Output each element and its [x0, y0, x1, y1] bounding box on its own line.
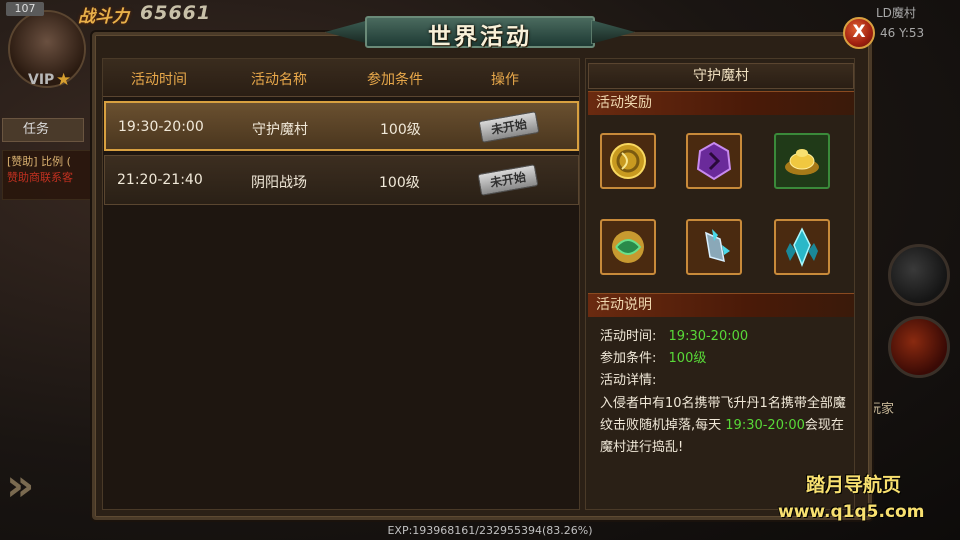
chat-box[interactable]: [赞助] 比例 ( 赞助商联系客	[2, 150, 96, 200]
activity-time-value: 19:30-20:00	[668, 329, 749, 344]
activity-list: 活动时间 活动名称 参加条件 操作 19:30-20:00 守护魔村 100级 …	[102, 58, 580, 510]
row-time: 21:20-21:40	[117, 172, 203, 188]
level-badge: 107	[6, 2, 44, 16]
reward-item-slot[interactable]	[600, 219, 656, 275]
status-badge[interactable]: 未开始	[477, 164, 539, 196]
list-header: 活动时间 活动名称 参加条件 操作	[103, 59, 579, 97]
title-ornament-right	[591, 20, 635, 44]
skill-button[interactable]	[888, 244, 950, 306]
activity-condition-value: 100级	[668, 351, 707, 366]
combat-power: 战斗力 65661	[78, 2, 228, 27]
close-button[interactable]: X	[843, 17, 875, 49]
row-name: 阴阳战场	[251, 175, 307, 191]
activity-time-label: 活动时间:	[600, 329, 657, 344]
detail-title: 守护魔村	[588, 63, 854, 89]
skill-button[interactable]	[888, 316, 950, 378]
reward-item-slot[interactable]	[600, 133, 656, 189]
activity-condition-label: 参加条件:	[600, 351, 657, 366]
row-condition: 100级	[380, 122, 421, 138]
exp-bar: EXP:193968161/232955394(83.26%)	[387, 524, 593, 537]
reward-item-slot[interactable]	[774, 133, 830, 189]
green-orb-icon	[612, 231, 644, 263]
window-title-plate: 世界活动	[325, 14, 635, 52]
reward-item-slot[interactable]	[686, 133, 742, 189]
purple-gem-icon	[696, 141, 732, 181]
gold-coin-icon	[610, 143, 646, 179]
activity-condition-line: 参加条件: 100级	[600, 347, 706, 366]
column-header-action: 操作	[491, 72, 519, 88]
title-ornament-left	[325, 20, 369, 44]
task-tab[interactable]: 任务	[2, 118, 84, 142]
activity-detail-label: 活动详情:	[600, 373, 657, 388]
row-time: 19:30-20:00	[118, 119, 204, 135]
reward-item-slot[interactable]	[774, 219, 830, 275]
watermark-url: www.q1q5.com	[778, 502, 925, 522]
column-header-condition: 参加条件	[367, 72, 423, 88]
combat-power-value: 65661	[140, 2, 212, 24]
chat-line: [赞助] 比例 (	[7, 155, 71, 168]
map-name: LD魔村	[876, 6, 916, 20]
combat-power-label: 战斗力	[78, 7, 129, 27]
cyan-crystal-icon	[786, 227, 818, 268]
chat-line: 赞助商联系客	[7, 171, 73, 184]
reward-item-slot[interactable]	[686, 219, 742, 275]
vip-star-icon: ★	[56, 70, 72, 90]
description-section-label: 活动说明	[588, 293, 854, 317]
expand-arrow-icon[interactable]: »	[6, 460, 34, 511]
table-row[interactable]: 21:20-21:40 阴阳战场 100级 未开始	[104, 155, 579, 205]
minimap-info: LD魔村 46 Y:53	[870, 2, 960, 42]
gold-ingot-icon	[785, 149, 819, 175]
row-condition: 100级	[379, 175, 420, 191]
row-name: 守护魔村	[252, 122, 308, 138]
column-header-time: 活动时间	[131, 72, 187, 88]
vip-label: VIP	[28, 72, 55, 88]
status-badge[interactable]: 未开始	[478, 111, 540, 143]
blue-relic-icon	[705, 229, 730, 263]
map-coords: 46 Y:53	[880, 26, 925, 40]
activity-description: 入侵者中有10名携带飞升丹1名携带全部魔纹击败随机掉落,每天 19:30-20:…	[600, 393, 848, 459]
rewards-section-label: 活动奖励	[588, 91, 854, 115]
window-title: 世界活动	[428, 23, 532, 50]
watermark-title: 踏月导航页	[806, 474, 902, 496]
activity-detail-panel: 守护魔村 活动奖励 活动说明 活动时间: 19:30-20:00 参加条件: 1…	[585, 58, 855, 510]
description-time: 19:30-20:00	[725, 418, 805, 433]
column-header-name: 活动名称	[251, 72, 307, 88]
activity-time-line: 活动时间: 19:30-20:00	[600, 325, 748, 344]
table-row[interactable]: 19:30-20:00 守护魔村 100级 未开始	[104, 101, 579, 151]
